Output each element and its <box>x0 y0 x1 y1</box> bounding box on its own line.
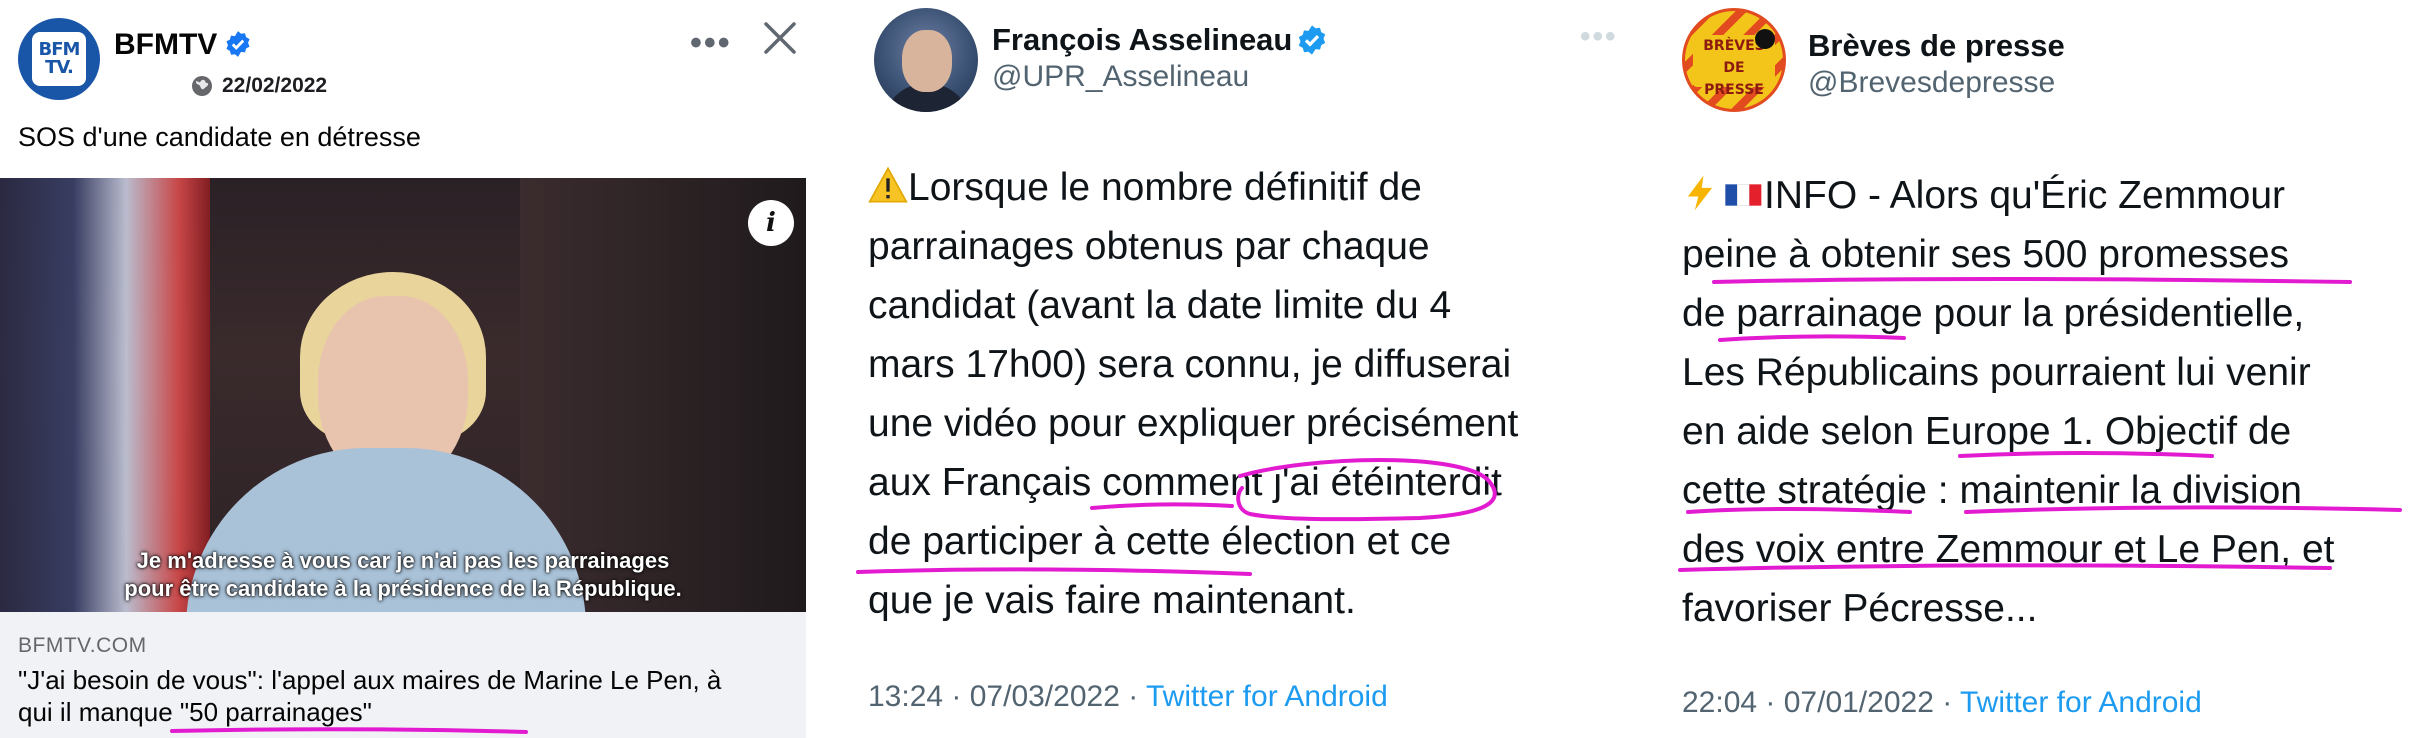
tweet-line-7-b: et ce <box>1355 520 1452 563</box>
tweet-highlight-interdit: interdit <box>1384 461 1502 504</box>
facebook-post: BFM TV. BFMTV 22/02/2022 ••• SOS d'une c… <box>0 0 806 738</box>
background-flag <box>0 178 210 612</box>
tweet-highlight-ai-ete: j'ai été <box>1273 461 1385 504</box>
tweet-highlight-voix: des voix entre Zemmour et Le Pen <box>1682 528 2281 571</box>
tweet-timestamp[interactable]: 13:24 · 07/03/2022 · <box>868 680 1146 713</box>
link-headline-highlight: manque "50 parrainages" <box>78 697 372 727</box>
tweet-line-6: cette stratégie : maintenir la division <box>1682 461 2335 520</box>
tweet-line-3-c: pour la présidentielle, <box>1922 292 2305 335</box>
tweet-text: INFO - Alors qu'Éric Zemmour peine à obt… <box>1682 166 2335 638</box>
tweet-highlight-strategie: cette stratégie <box>1682 469 1927 512</box>
link-preview[interactable]: BFMTV.COM "J'ai besoin de vous": l'appel… <box>0 612 806 738</box>
tweet-breves-de-presse: BRÈVES DE PRESSE Brèves de presse @Breve… <box>1660 0 2432 738</box>
profile-avatar[interactable]: BRÈVES DE PRESSE <box>1682 8 1786 112</box>
tweet-meta: 13:24 · 07/03/2022 · Twitter for Android <box>868 680 1388 714</box>
tweet-line-7: des voix entre Zemmour et Le Pen, et <box>1682 520 2335 579</box>
close-icon[interactable] <box>762 20 798 56</box>
tweet-asselineau: François Asselineau @UPR_Asselineau ••• … <box>840 0 1640 738</box>
tweet-timestamp[interactable]: 22:04 · 07/01/2022 · <box>1682 686 1960 719</box>
tweet-highlight-participer: de participer à cette élection <box>868 520 1356 563</box>
tweet-line-2: parrainages obtenus par chaque <box>868 225 1430 268</box>
tweet-line-5: en aide selon Europe 1. Objectif de <box>1682 402 2335 461</box>
tweet-line: INFO - Alors qu'Éric Zemmour <box>1682 166 2335 225</box>
link-headline: "J'ai besoin de vous": l'appel aux maire… <box>18 664 758 728</box>
tweet-line: Lorsque le nombre définitif de <box>868 158 1518 217</box>
post-caption: SOS d'une candidate en détresse <box>18 122 421 152</box>
france-flag-icon <box>1725 184 1762 206</box>
tweet-line-5: une vidéo pour expliquer précisément <box>868 402 1519 445</box>
tweet-line-7-b: , et <box>2280 528 2335 571</box>
tweet-line-6-b: : <box>1926 469 1960 512</box>
tweet-highlight-parrainage: parrainage <box>1736 292 1923 335</box>
video-player[interactable]: Je m'adresse à vous car je n'ai pas les … <box>0 178 806 612</box>
tweet-line-1: Lorsque le nombre définitif de <box>908 166 1422 209</box>
link-domain: BFMTV.COM <box>18 634 147 657</box>
display-name[interactable]: François Asselineau <box>992 22 1292 58</box>
bfmtv-logo: BFM TV. <box>32 32 86 86</box>
warning-icon <box>868 166 908 203</box>
lightning-icon <box>1687 175 1713 211</box>
bfmtv-avatar[interactable]: BFM TV. <box>18 18 100 100</box>
profile-avatar[interactable] <box>874 8 978 112</box>
tweet-line-4: mars 17h00) sera connu, je diffuserai <box>868 343 1512 386</box>
tweet-line-8: favoriser Pécresse... <box>1682 587 2038 630</box>
tweet-line-1: INFO - Alors qu'Éric Zemmour <box>1764 174 2286 217</box>
tweet-line-2: peine à obtenir ses 500 promesses <box>1682 233 2290 276</box>
tweet-highlight-division: maintenir la division <box>1959 469 2302 512</box>
avatar-logo-text-2: DE PRESSE <box>1704 60 1764 98</box>
tweet-text: Lorsque le nombre définitif de parrainag… <box>868 158 1518 630</box>
tweet-meta: 22:04 · 07/01/2022 · Twitter for Android <box>1682 686 2202 720</box>
display-name[interactable]: Brèves de presse <box>1808 28 2065 64</box>
bomb-icon <box>1755 29 1775 49</box>
verified-badge-icon <box>1298 25 1326 55</box>
tweet-line-6: aux Français comment j'ai étéinterdit <box>868 453 1518 512</box>
video-subtitle-line-1: Je m'adresse à vous car je n'ai pas les … <box>136 548 670 573</box>
more-options-button[interactable]: ••• <box>1580 20 1618 54</box>
tweet-line-3: de parrainage pour la présidentielle, <box>1682 284 2335 343</box>
info-icon[interactable]: i <box>748 200 794 246</box>
tweet-line-6-a: aux Français comment <box>868 461 1274 504</box>
tweet-line-5-a: en aide selon Europe 1. <box>1682 410 2105 453</box>
tweet-source-link[interactable]: Twitter for Android <box>1146 680 1388 713</box>
post-date[interactable]: 22/02/2022 <box>222 74 327 98</box>
avatar-face <box>902 30 952 92</box>
tweet-line-8: que je vais faire maintenant. <box>868 579 1356 622</box>
tweet-source-link[interactable]: Twitter for Android <box>1960 686 2202 719</box>
video-subtitle-line-2: pour être candidate à la présidence de l… <box>124 576 682 601</box>
user-handle[interactable]: @UPR_Asselineau <box>992 60 1249 94</box>
tweet-line-3-a: de <box>1682 292 1737 335</box>
tweet-line-4: Les Républicains pourraient lui venir <box>1682 351 2311 394</box>
tweet-line-3: candidat (avant la date limite du 4 <box>868 284 1452 327</box>
page-name[interactable]: BFMTV <box>114 28 217 62</box>
globe-icon <box>192 76 212 96</box>
user-handle[interactable]: @Brevesdepresse <box>1808 66 2055 100</box>
verified-badge-icon <box>226 31 250 57</box>
tweet-highlight-objectif: Objectif de <box>2104 410 2292 453</box>
tweet-line-7: de participer à cette élection et ce <box>868 512 1518 571</box>
more-options-button[interactable]: ••• <box>690 24 732 63</box>
logo-text-2: TV. <box>45 57 74 78</box>
